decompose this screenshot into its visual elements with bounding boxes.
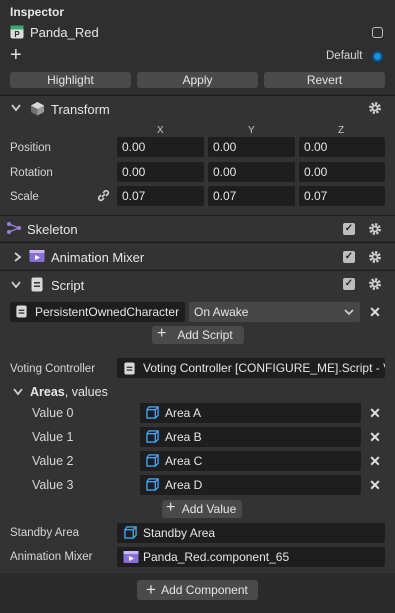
animation-mixer-label: Animation Mixer [10, 551, 93, 563]
inspector-header: Inspector P Panda_Red + Default Highligh… [0, 0, 395, 94]
plus-icon: + [157, 325, 167, 342]
area-value-0-label: Value 0 [32, 406, 74, 420]
skeleton-title: Skeleton [27, 222, 78, 237]
event-select[interactable]: On Awake [189, 302, 360, 322]
rotation-label: Rotation [10, 167, 53, 179]
animation-mixer-icon [29, 250, 45, 262]
area-object-icon [124, 526, 137, 539]
axis-y-label: Y [248, 125, 255, 136]
scale-z-field[interactable]: 0.07 [299, 186, 385, 206]
axis-x-label: X [157, 125, 164, 136]
remove-area-1-icon[interactable]: ✕ [369, 430, 381, 444]
gear-icon[interactable] [368, 250, 382, 264]
skeleton-section[interactable]: Skeleton ✓ [0, 215, 395, 241]
script-header[interactable]: Script ✓ [0, 271, 395, 295]
highlight-button[interactable]: Highlight [10, 72, 131, 88]
rotation-x-field[interactable]: 0.00 [117, 162, 204, 182]
area-object-icon [146, 406, 159, 419]
transform-header[interactable]: Transform [0, 96, 395, 120]
rotation-z-field[interactable]: 0.00 [299, 162, 385, 182]
script-asset-field[interactable]: PersistentOwnedCharacter [10, 302, 185, 322]
area-value-3-label: Value 3 [32, 478, 74, 492]
chevron-right-icon[interactable] [14, 252, 21, 262]
gear-icon[interactable] [368, 277, 382, 291]
script-section: Script ✓ PersistentOwnedCharacter On Awa… [0, 270, 395, 573]
remove-area-2-icon[interactable]: ✕ [369, 454, 381, 468]
layer-label[interactable]: Default [326, 50, 362, 62]
rotation-y-field[interactable]: 0.00 [208, 162, 295, 182]
scene-object-icon: P [10, 25, 24, 39]
standby-area-field[interactable]: Standby Area [117, 523, 385, 543]
area-value-2-label: Value 2 [32, 454, 74, 468]
gear-icon[interactable] [368, 222, 382, 236]
area-value-2-field[interactable]: Area C [140, 451, 361, 471]
voting-controller-label: Voting Controller [10, 363, 96, 375]
position-x-field[interactable]: 0.00 [117, 137, 204, 157]
svg-text:P: P [14, 30, 20, 39]
position-z-field[interactable]: 0.00 [299, 137, 385, 157]
skeleton-enabled-checkbox[interactable]: ✓ [343, 223, 355, 235]
scale-label: Scale [10, 191, 39, 203]
animation-mixer-field[interactable]: Panda_Red.component_65 [117, 547, 385, 567]
plus-icon: + [146, 580, 156, 599]
voting-controller-field[interactable]: Voting Controller [CONFIGURE_ME].Script … [117, 358, 385, 378]
area-value-1-label: Value 1 [32, 430, 74, 444]
add-icon[interactable]: + [10, 45, 22, 65]
chevron-down-icon[interactable] [11, 104, 21, 112]
chevron-down-icon[interactable] [11, 281, 21, 289]
revert-button[interactable]: Revert [264, 72, 385, 88]
animation-mixer-section[interactable]: Animation Mixer ✓ [0, 242, 395, 269]
areas-suffix: , values [64, 385, 108, 399]
object-name[interactable]: Panda_Red [30, 25, 99, 40]
remove-area-3-icon[interactable]: ✕ [369, 478, 381, 492]
remove-script-icon[interactable]: ✕ [369, 305, 381, 319]
areas-label: Areas, values [30, 385, 108, 399]
apply-button[interactable]: Apply [137, 72, 258, 88]
position-y-field[interactable]: 0.00 [208, 137, 295, 157]
chevron-down-icon[interactable] [344, 309, 354, 316]
animation-mixer-enabled-checkbox[interactable]: ✓ [343, 251, 355, 263]
area-object-icon [146, 454, 159, 467]
inspector-title: Inspector [10, 5, 65, 19]
script-icon [31, 277, 43, 292]
animation-mixer-icon [123, 551, 139, 563]
gear-icon[interactable] [368, 101, 382, 115]
scale-x-field[interactable]: 0.07 [117, 186, 204, 206]
animation-mixer-title: Animation Mixer [51, 250, 145, 265]
script-enabled-checkbox[interactable]: ✓ [343, 278, 355, 290]
layer-dot-icon[interactable] [372, 51, 383, 62]
area-object-icon [146, 430, 159, 443]
area-value-0-field[interactable]: Area A [140, 403, 361, 423]
script-title: Script [51, 278, 85, 293]
enabled-checkbox[interactable] [372, 27, 383, 38]
area-value-1-field[interactable]: Area B [140, 427, 361, 447]
standby-area-label: Standby Area [10, 527, 80, 539]
transform-icon [31, 102, 44, 116]
script-file-icon [16, 305, 27, 318]
plus-icon: + [166, 499, 176, 516]
transform-section: Transform X Y Z Position 0.00 0.00 0.00 … [0, 95, 395, 215]
link-icon[interactable] [96, 188, 111, 203]
scale-y-field[interactable]: 0.07 [208, 186, 295, 206]
skeleton-icon [7, 222, 21, 234]
transform-title: Transform [51, 102, 110, 117]
axis-z-label: Z [338, 125, 345, 136]
area-value-3-field[interactable]: Area D [140, 475, 361, 495]
area-object-icon [146, 478, 159, 491]
areas-title: Areas [30, 385, 65, 399]
script-file-icon [124, 362, 135, 375]
position-label: Position [10, 142, 51, 154]
chevron-down-icon[interactable] [13, 388, 23, 396]
remove-area-0-icon[interactable]: ✕ [369, 406, 381, 420]
